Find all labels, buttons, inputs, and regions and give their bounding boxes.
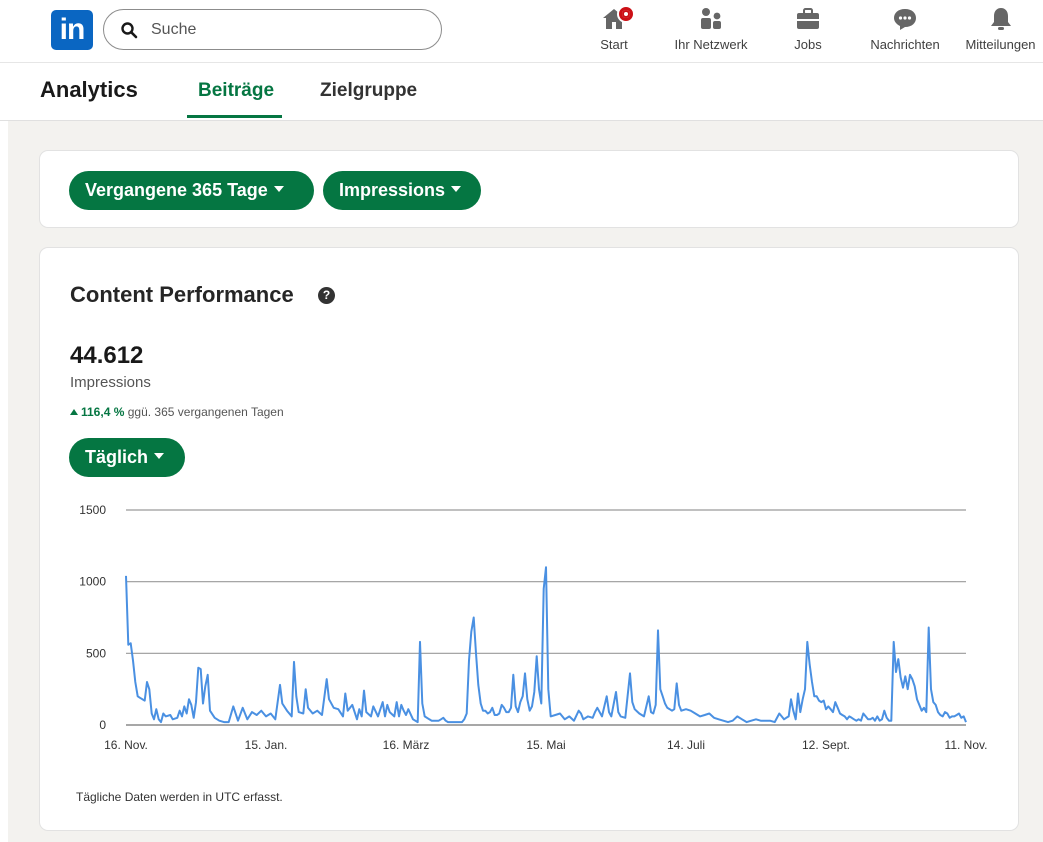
x-tick-label: 12. Sept. [802,738,850,752]
y-tick-label: 1500 [79,503,106,517]
y-tick-label: 1000 [79,575,106,589]
tab-posts[interactable]: Beiträge [198,80,274,102]
content-performance-card: Content Performance ? 44.612 Impressions… [39,247,1019,831]
x-tick-label: 16. Nov. [104,738,148,752]
network-icon [701,8,721,29]
briefcase-icon [797,8,819,29]
content-area: Vergangene 365 Tage Impressions Content … [8,121,1043,842]
messaging-icon [894,9,916,30]
nav-item-start[interactable]: Start [592,4,636,60]
y-tick-label: 500 [86,646,106,660]
top-navigation: in Start Ihr Netzwerk Jobs [0,0,1043,63]
active-tab-indicator [187,115,282,118]
y-tick-label: 0 [99,718,106,732]
period-dropdown[interactable]: Vergangene 365 Tage [69,171,314,210]
filter-card: Vergangene 365 Tage Impressions [39,150,1019,228]
analytics-header: Analytics Beiträge Zielgruppe [0,63,1043,121]
x-tick-label: 11. Nov. [945,738,988,752]
bell-icon [990,8,1011,30]
nav-label-start: Start [600,37,628,52]
search-icon [121,22,138,39]
metric-dropdown-label: Impressions [339,180,446,200]
x-tick-label: 15. Mai [526,738,565,752]
page-title: Analytics [40,77,138,102]
nav-label-network: Ihr Netzwerk [674,37,748,52]
footnote: Tägliche Daten werden in UTC erfasst. [76,790,283,804]
notification-badge [617,5,635,23]
tab-audience[interactable]: Zielgruppe [320,80,417,102]
search-box[interactable] [103,9,442,50]
caret-down-icon [273,186,284,193]
caret-down-icon [451,186,462,193]
linkedin-logo[interactable]: in [51,10,93,50]
period-dropdown-label: Vergangene 365 Tage [85,180,268,200]
nav-item-network[interactable]: Ihr Netzwerk [666,4,756,60]
nav-label-jobs: Jobs [794,37,822,52]
x-tick-label: 14. Juli [667,738,705,752]
nav-item-jobs[interactable]: Jobs [786,4,830,60]
metric-dropdown[interactable]: Impressions [323,171,481,210]
nav-item-notifications[interactable]: Mitteilungen [958,4,1043,60]
nav-item-messaging[interactable]: Nachrichten [862,4,948,60]
impressions-series-line [125,566,967,724]
x-tick-label: 16. März [383,738,430,752]
nav-label-notifications: Mitteilungen [965,37,1036,52]
search-input[interactable] [151,19,421,41]
impressions-line-chart: 0 500 1000 1500 16. Nov. 15. Jan. 16. März 15. … [79,503,988,752]
x-tick-label: 15. Jan. [245,738,288,752]
nav-label-messaging: Nachrichten [870,37,940,52]
